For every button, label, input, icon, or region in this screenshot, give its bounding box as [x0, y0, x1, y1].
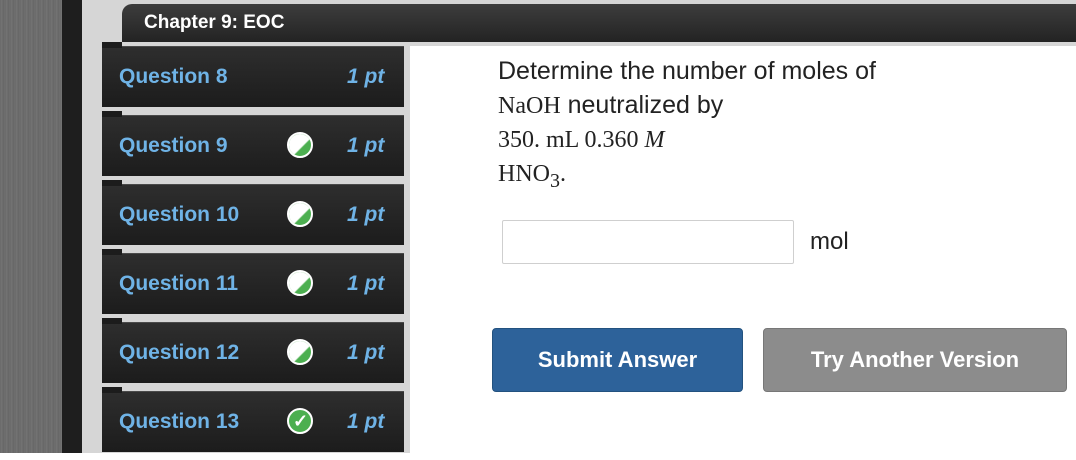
question-points: 1 pt [347, 341, 385, 364]
question-item-13[interactable]: Question 13 ✓ 1 pt [102, 387, 404, 452]
left-edge-strip [0, 0, 62, 453]
volume-concentration: 350. mL 0.360 [498, 127, 639, 153]
question-line-4: HNO3. [498, 157, 1018, 198]
try-another-version-button[interactable]: Try Another Version [763, 328, 1067, 392]
question-content: Determine the number of moles of NaOH ne… [410, 46, 1076, 453]
partial-check-icon [287, 132, 313, 158]
question-line-2: NaOH neutralized by [498, 88, 1018, 123]
answer-input[interactable] [502, 220, 794, 264]
acid-subscript: 3 [550, 169, 560, 192]
question-points: 1 pt [347, 134, 385, 157]
question-points: 1 pt [347, 410, 385, 433]
chapter-header: Chapter 9: EOC [122, 4, 1076, 42]
question-label: Question 11 [119, 272, 239, 295]
check-icon: ✓ [287, 408, 313, 434]
partial-check-icon [287, 201, 313, 227]
answer-unit: mol [810, 228, 849, 255]
compound-naoh: NaOH [498, 93, 561, 119]
chapter-title: Chapter 9: EOC [144, 12, 285, 33]
question-text: Determine the number of moles of NaOH ne… [498, 54, 1018, 198]
question-points: 1 pt [347, 272, 385, 295]
question-line-2-text: neutralized by [567, 91, 724, 119]
question-points: 1 pt [347, 203, 385, 226]
question-points: 1 pt [347, 65, 385, 88]
question-item-10[interactable]: Question 10 1 pt [102, 180, 404, 245]
question-item-11[interactable]: Question 11 1 pt [102, 249, 404, 314]
question-label: Question 12 [119, 341, 240, 364]
question-label: Question 13 [119, 410, 240, 433]
question-label: Question 10 [119, 203, 240, 226]
partial-check-icon [287, 270, 313, 296]
question-label: Question 8 [119, 65, 228, 88]
question-line-1: Determine the number of moles of [498, 57, 876, 85]
acid-formula: HNO [498, 161, 550, 187]
question-item-9[interactable]: Question 9 1 pt [102, 111, 404, 176]
question-list: Question 8 1 pt Question 9 1 pt Question… [102, 42, 404, 460]
question-label: Question 9 [119, 134, 228, 157]
submit-answer-button[interactable]: Submit Answer [492, 328, 743, 392]
question-item-12[interactable]: Question 12 1 pt [102, 318, 404, 383]
question-item-8[interactable]: Question 8 1 pt [102, 42, 404, 107]
sidebar-edge [62, 0, 82, 453]
partial-check-icon [287, 339, 313, 365]
question-line-3: 350. mL 0.360 M [498, 123, 1018, 157]
question-period: . [560, 161, 566, 187]
molarity-unit: M [644, 127, 665, 153]
